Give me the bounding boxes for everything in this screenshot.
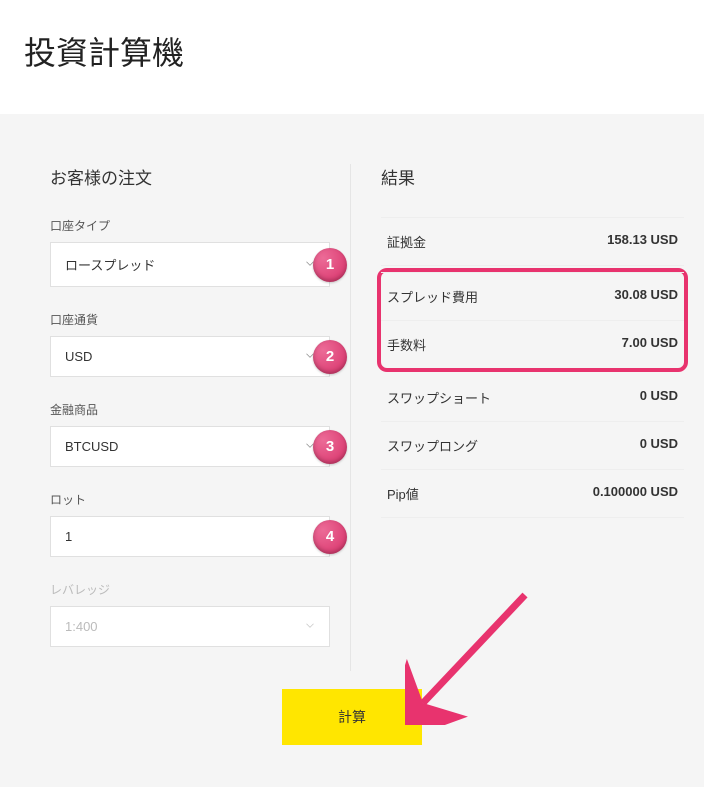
- step-badge-3: 3: [313, 430, 347, 464]
- row-margin-label: 証拠金: [387, 232, 426, 251]
- select-leverage: 1:400: [50, 606, 330, 647]
- row-commission-value: 7.00 USD: [622, 335, 678, 354]
- label-leverage: レバレッジ: [50, 581, 330, 598]
- calculator-container: お客様の注文 口座タイプ ロースプレッド 1 口座通貨 USD 2 金融商品 B…: [0, 124, 704, 671]
- row-spread-cost: スプレッド費用 30.08 USD: [381, 272, 684, 321]
- order-form: お客様の注文 口座タイプ ロースプレッド 1 口座通貨 USD 2 金融商品 B…: [50, 164, 350, 671]
- field-account-currency: 口座通貨 USD 2: [50, 311, 330, 377]
- field-leverage: レバレッジ 1:400: [50, 581, 330, 647]
- chevron-down-icon: [303, 618, 317, 635]
- select-instrument-value: BTCUSD: [65, 439, 118, 454]
- results-section-title: 結果: [381, 164, 684, 189]
- row-swap-short: スワップショート 0 USD: [381, 374, 684, 422]
- form-section-title: お客様の注文: [50, 164, 330, 189]
- results-panel: 結果 証拠金 158.13 USD スプレッド費用 30.08 USD 手数料 …: [350, 164, 684, 671]
- step-badge-1: 1: [313, 248, 347, 282]
- row-swap-long: スワップロング 0 USD: [381, 422, 684, 470]
- row-margin: 証拠金 158.13 USD: [381, 217, 684, 266]
- row-swap-short-value: 0 USD: [640, 388, 678, 407]
- label-lot: ロット: [50, 491, 330, 508]
- field-account-type: 口座タイプ ロースプレッド 1: [50, 217, 330, 287]
- row-margin-value: 158.13 USD: [607, 232, 678, 251]
- row-commission: 手数料 7.00 USD: [381, 321, 684, 368]
- label-account-type: 口座タイプ: [50, 217, 330, 234]
- row-pip-value: Pip値 0.100000 USD: [381, 470, 684, 518]
- row-swap-long-label: スワップロング: [387, 436, 478, 455]
- row-spread-cost-value: 30.08 USD: [614, 287, 678, 306]
- select-instrument[interactable]: BTCUSD 3: [50, 426, 330, 467]
- label-instrument: 金融商品: [50, 401, 330, 418]
- step-badge-2: 2: [313, 340, 347, 374]
- page-title: 投資計算機: [0, 0, 704, 114]
- row-swap-short-label: スワップショート: [387, 388, 491, 407]
- highlight-box: スプレッド費用 30.08 USD 手数料 7.00 USD: [377, 268, 688, 372]
- step-badge-4: 4: [313, 520, 347, 554]
- row-swap-long-value: 0 USD: [640, 436, 678, 455]
- select-leverage-value: 1:400: [65, 619, 98, 634]
- select-account-type[interactable]: ロースプレッド 1: [50, 242, 330, 287]
- select-account-currency[interactable]: USD 2: [50, 336, 330, 377]
- field-instrument: 金融商品 BTCUSD 3: [50, 401, 330, 467]
- results-table: 証拠金 158.13 USD スプレッド費用 30.08 USD 手数料 7.0…: [381, 217, 684, 518]
- select-account-type-value: ロースプレッド: [65, 258, 155, 273]
- input-lot-value: 1: [65, 529, 72, 544]
- field-lot: ロット 1 4: [50, 491, 330, 557]
- row-commission-label: 手数料: [387, 335, 426, 354]
- calculate-button[interactable]: 計算: [282, 689, 422, 745]
- row-pip-value-value: 0.100000 USD: [593, 484, 678, 503]
- row-pip-value-label: Pip値: [387, 484, 419, 503]
- row-spread-cost-label: スプレッド費用: [387, 287, 478, 306]
- label-account-currency: 口座通貨: [50, 311, 330, 328]
- input-lot[interactable]: 1 4: [50, 516, 330, 557]
- select-account-currency-value: USD: [65, 349, 92, 364]
